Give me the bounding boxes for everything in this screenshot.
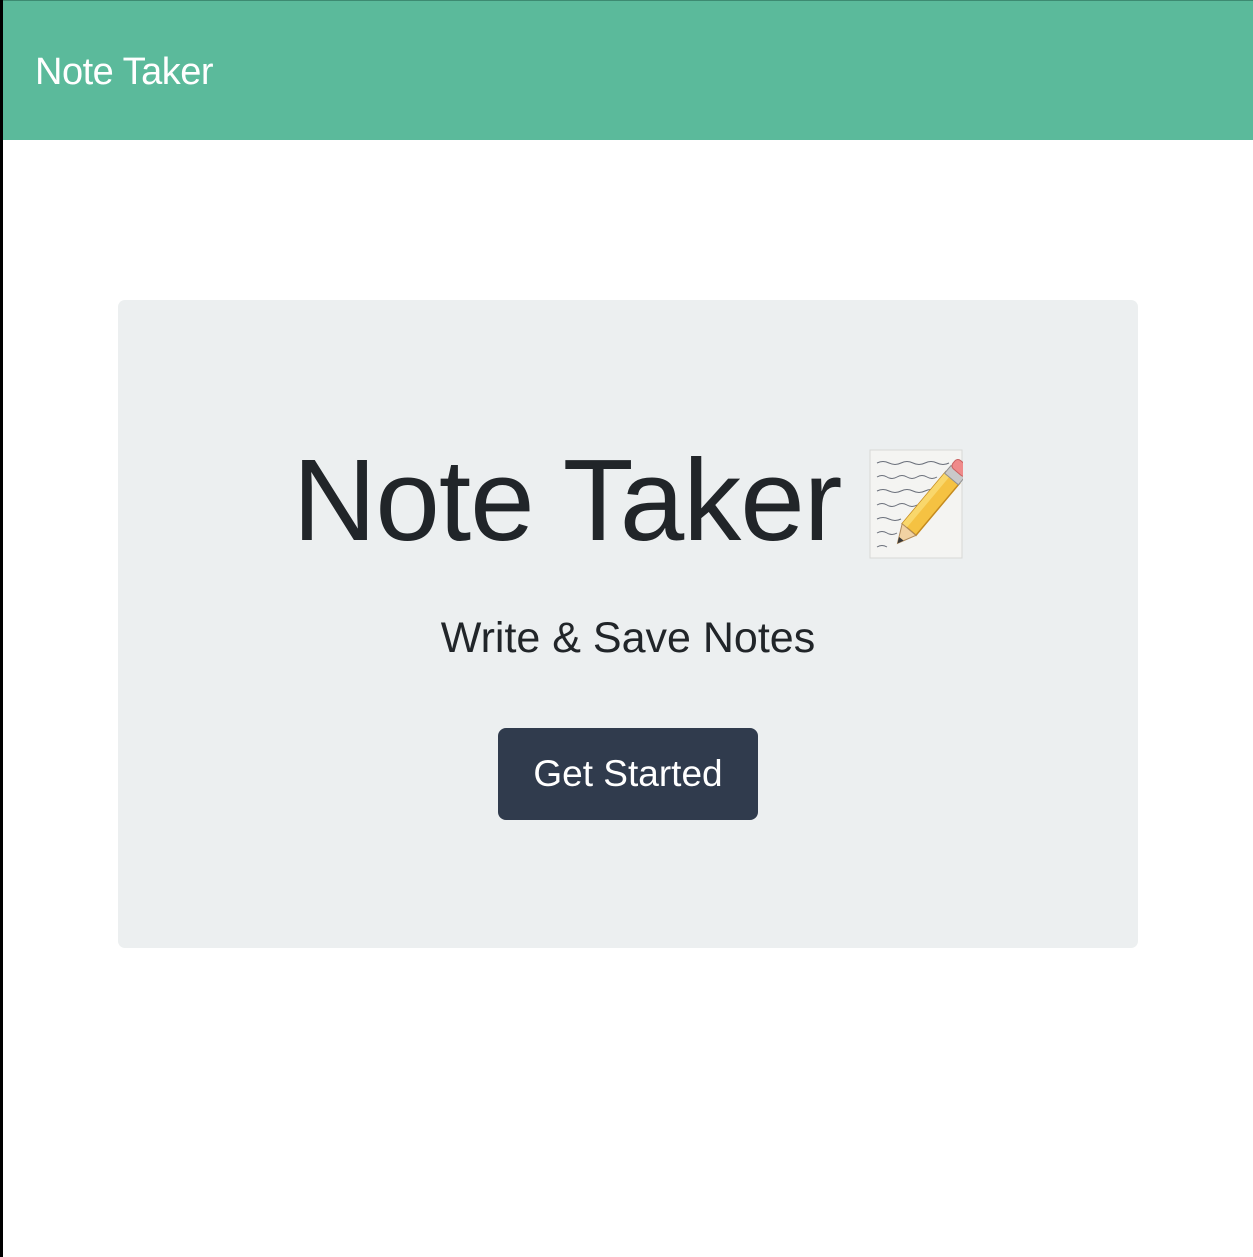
get-started-button[interactable]: Get Started xyxy=(498,728,758,820)
memo-icon xyxy=(869,449,971,559)
hero-jumbotron: Note Taker Write & Save Notes Get Starte… xyxy=(118,300,1138,948)
hero-subtitle: Write & Save Notes xyxy=(440,614,816,662)
page-title: Note Taker xyxy=(292,435,843,565)
navbar-brand[interactable]: Note Taker xyxy=(35,49,214,95)
navbar: Note Taker xyxy=(3,0,1253,140)
hero-title-row: Note Taker xyxy=(118,430,1138,570)
